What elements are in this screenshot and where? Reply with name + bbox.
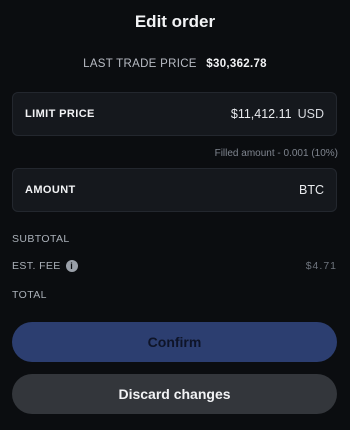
total-row: TOTAL <box>12 289 337 301</box>
edit-order-screen: Edit order LAST TRADE PRICE $30,362.78 L… <box>0 0 350 430</box>
est-fee-label: EST. FEE <box>12 260 61 272</box>
amount-field[interactable]: AMOUNT BTC <box>12 168 337 212</box>
filled-amount-note: Filled amount - 0.001 (10%) <box>214 148 338 159</box>
subtotal-row: SUBTOTAL <box>12 233 337 245</box>
confirm-button[interactable]: Confirm <box>12 322 337 362</box>
limit-price-field[interactable]: LIMIT PRICE $11,412.11 USD <box>12 92 337 136</box>
limit-price-value[interactable]: $11,412.11 USD <box>231 107 324 121</box>
limit-price-unit: USD <box>297 107 324 121</box>
last-trade-label: LAST TRADE PRICE <box>83 58 197 70</box>
subtotal-label: SUBTOTAL <box>12 233 70 245</box>
page-title: Edit order <box>134 12 216 31</box>
est-fee-value: $4.71 <box>305 260 337 272</box>
limit-price-label: LIMIT PRICE <box>25 108 95 120</box>
amount-unit: BTC <box>299 183 324 197</box>
last-trade-price: LAST TRADE PRICE $30,362.78 <box>0 58 350 70</box>
limit-price-amount: $11,412.11 <box>230 107 292 121</box>
info-icon[interactable]: i <box>65 260 78 272</box>
est-fee-row: EST. FEE i $4.71 <box>12 260 337 272</box>
amount-label: AMOUNT <box>25 184 76 196</box>
discard-changes-button[interactable]: Discard changes <box>12 374 337 414</box>
total-label: TOTAL <box>12 289 47 301</box>
last-trade-value: $30,362.78 <box>206 58 267 70</box>
